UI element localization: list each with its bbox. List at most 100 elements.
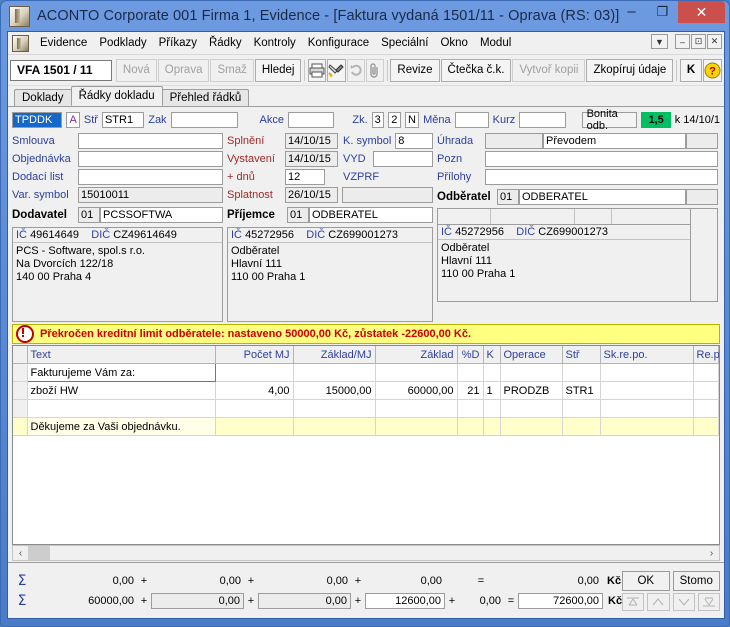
menu-item-radky[interactable]: Řádky: [203, 35, 248, 51]
menu-item-okno[interactable]: Okno: [434, 35, 474, 51]
col-text[interactable]: Text: [27, 346, 216, 364]
uhrada-field[interactable]: Převodem: [543, 133, 686, 149]
maximize-icon[interactable]: ❐: [647, 1, 678, 23]
cell-operace[interactable]: [500, 399, 563, 418]
search-button[interactable]: Hledej: [254, 58, 302, 82]
menu-item-prikazy[interactable]: Příkazy: [153, 35, 203, 51]
cell-operace[interactable]: PRODZB: [500, 381, 563, 400]
cell-zaklad-mj[interactable]: [293, 399, 376, 418]
vystaveni-field[interactable]: 14/10/15: [285, 151, 338, 167]
cell-zaklad[interactable]: [375, 399, 458, 418]
total2-d[interactable]: 12600,00: [365, 592, 445, 609]
table-row[interactable]: Děkujeme za Vaši objednávku.: [13, 417, 719, 436]
table-row[interactable]: Fakturujeme Vám za:: [13, 363, 719, 382]
cell-zaklad-mj[interactable]: [293, 417, 376, 436]
col-procent-d[interactable]: %D: [457, 346, 484, 364]
cell-re-p[interactable]: [693, 399, 719, 418]
row-handle[interactable]: [13, 381, 28, 400]
cell-zaklad-mj[interactable]: [293, 363, 376, 382]
last-record-icon[interactable]: [697, 592, 720, 611]
next-record-icon[interactable]: [672, 592, 695, 611]
total2-b[interactable]: 0,00: [151, 592, 244, 609]
col-zaklad[interactable]: Základ: [375, 346, 458, 364]
col-pocet-mj[interactable]: Počet MJ: [215, 346, 294, 364]
splneni-field[interactable]: 14/10/15: [285, 133, 338, 149]
cell-sk-re-po[interactable]: [600, 399, 694, 418]
bonita-label[interactable]: Bonita odb.: [581, 108, 638, 132]
cell-zaklad[interactable]: [375, 363, 458, 382]
cell-sk-re-po[interactable]: [600, 381, 694, 400]
refresh-icon[interactable]: [347, 58, 365, 82]
create-copy-button[interactable]: Vytvoř kopii: [512, 58, 586, 82]
attachment-icon[interactable]: [365, 58, 384, 82]
cell-zaklad[interactable]: [375, 417, 458, 436]
row-handle[interactable]: [13, 399, 28, 418]
menu-item-podklady[interactable]: Podklady: [93, 35, 152, 51]
lines-grid[interactable]: Text Počet MJ Základ/MJ Základ %D K Oper…: [12, 345, 720, 545]
scrollbar-track[interactable]: [28, 546, 704, 560]
dodavatel-name-field[interactable]: PCSSOFTWA: [100, 207, 223, 223]
edit-button[interactable]: Oprava: [157, 58, 210, 82]
cell-sk-re-po[interactable]: [600, 417, 694, 436]
cancel-button[interactable]: Stomo: [672, 570, 720, 591]
prilohy-field[interactable]: [485, 169, 718, 185]
cell-str[interactable]: [562, 363, 601, 382]
prev-record-icon[interactable]: [647, 592, 670, 611]
help-icon[interactable]: ?: [703, 58, 723, 82]
brush-icon[interactable]: [327, 58, 347, 82]
col-sk-re-po[interactable]: Sk.re.po.: [600, 346, 694, 364]
menu-item-modul[interactable]: Modul: [474, 35, 517, 51]
row-handle[interactable]: [13, 417, 28, 436]
table-row[interactable]: [13, 399, 719, 418]
cell-str[interactable]: [562, 399, 601, 418]
vzprf-field[interactable]: [342, 187, 433, 203]
first-record-icon[interactable]: [622, 592, 645, 611]
cell-k[interactable]: [483, 363, 501, 382]
cell-procent-d[interactable]: [457, 399, 484, 418]
new-button[interactable]: Nová: [115, 58, 157, 82]
splatnost-field[interactable]: 26/10/15: [285, 187, 338, 203]
cell-zaklad-mj[interactable]: 15000,00: [293, 381, 376, 400]
tab-doklady[interactable]: Doklady: [14, 89, 72, 106]
k-button[interactable]: K: [680, 58, 703, 82]
mdi-minimize-icon[interactable]: –: [675, 34, 690, 49]
cell-text[interactable]: Děkujeme za Vaši objednávku.: [27, 417, 216, 436]
cell-zaklad[interactable]: 60000,00: [375, 381, 458, 400]
dodaci-list-field[interactable]: [78, 169, 223, 185]
doc-type-field[interactable]: TPDDK: [12, 111, 63, 128]
col-re-p[interactable]: Re.p: [693, 346, 719, 364]
total2-c[interactable]: 0,00: [258, 592, 351, 609]
menu-item-evidence[interactable]: Evidence: [34, 35, 93, 51]
cell-str[interactable]: [562, 417, 601, 436]
menu-item-specialni[interactable]: Speciální: [375, 35, 434, 51]
var-symbol-field[interactable]: 15010011: [78, 187, 223, 203]
cell-pocet-mj[interactable]: [215, 399, 294, 418]
cell-re-p[interactable]: [693, 381, 719, 400]
menu-item-konfigurace[interactable]: Konfigurace: [302, 35, 375, 51]
col-str[interactable]: Stř: [562, 346, 601, 364]
cell-procent-d[interactable]: [457, 417, 484, 436]
akce-field[interactable]: [288, 111, 335, 128]
horizontal-scrollbar[interactable]: ‹ ›: [12, 545, 720, 561]
n-flag-field[interactable]: N: [404, 111, 420, 128]
table-row[interactable]: zboží HW 4,00 15000,00 60000,00 21 1 PRO…: [13, 381, 719, 400]
menu-item-kontroly[interactable]: Kontroly: [248, 35, 302, 51]
print-icon[interactable]: [308, 58, 327, 82]
odberatel-extra-field[interactable]: [686, 189, 718, 205]
cell-text[interactable]: zboží HW: [27, 381, 216, 400]
vyd-field[interactable]: [373, 151, 433, 167]
scrollbar-thumb[interactable]: [28, 546, 50, 560]
row-handle[interactable]: [13, 363, 28, 382]
str-field[interactable]: STR1: [101, 111, 145, 128]
smlouva-field[interactable]: [78, 133, 223, 149]
cell-sk-re-po[interactable]: [600, 363, 694, 382]
plus-dnu-field[interactable]: 12: [285, 169, 325, 185]
delete-button[interactable]: Smaž: [210, 58, 254, 82]
cell-str[interactable]: STR1: [562, 381, 601, 400]
col-operace[interactable]: Operace: [500, 346, 563, 364]
revision-button[interactable]: Revize: [390, 58, 440, 82]
cell-procent-d[interactable]: [457, 363, 484, 382]
pozn-field[interactable]: [485, 151, 718, 167]
odberatel-name-field[interactable]: ODBERATEL: [519, 189, 686, 205]
cell-text[interactable]: Fakturujeme Vám za:: [26, 363, 216, 382]
